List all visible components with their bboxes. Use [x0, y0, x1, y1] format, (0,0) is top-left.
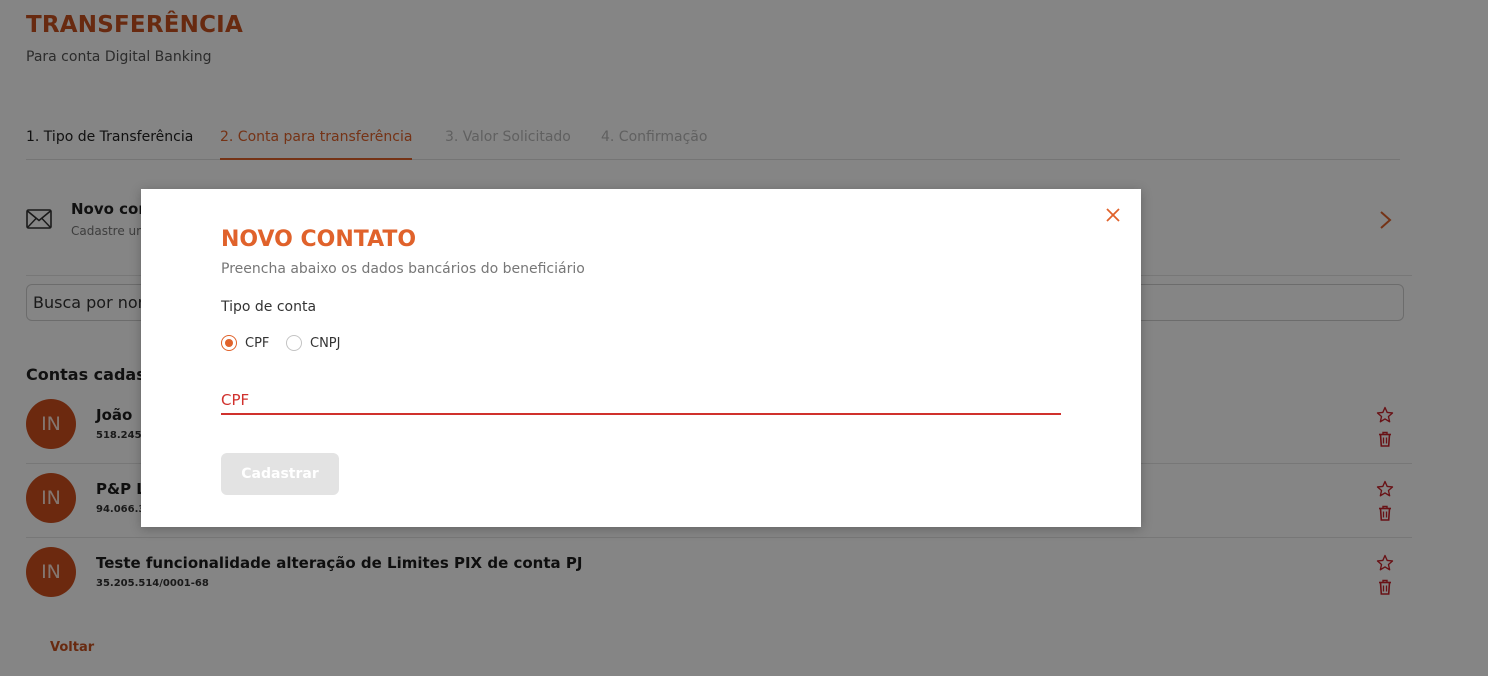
register-button[interactable]: Cadastrar — [221, 453, 339, 495]
radio-cnpj-label: CNPJ — [310, 335, 341, 351]
radio-button-unchecked[interactable] — [286, 335, 302, 351]
close-icon[interactable] — [1103, 205, 1123, 225]
radio-button-checked[interactable] — [221, 335, 237, 351]
account-type-label: Tipo de conta — [221, 299, 317, 315]
modal-subtitle: Preencha abaixo os dados bancários do be… — [221, 261, 585, 277]
modal-title: NOVO CONTATO — [221, 227, 417, 252]
cpf-input[interactable] — [221, 387, 1061, 415]
radio-cnpj[interactable]: CNPJ — [286, 335, 340, 351]
radio-cpf[interactable]: CPF — [221, 335, 269, 351]
new-contact-modal: NOVO CONTATO Preencha abaixo os dados ba… — [141, 189, 1141, 527]
radio-cpf-label: CPF — [245, 335, 270, 351]
